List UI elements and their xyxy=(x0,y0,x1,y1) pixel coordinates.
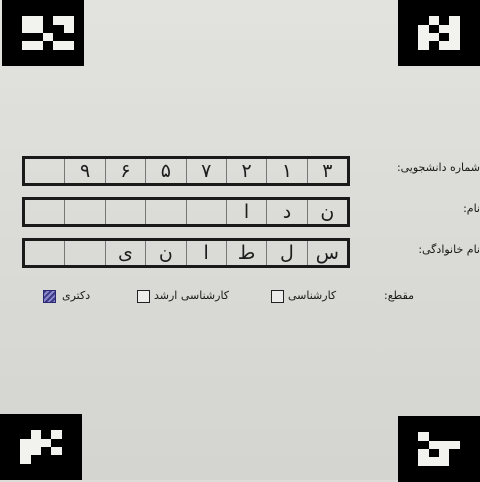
form-paper: ۹ ۶ ۵ ۷ ۲ ۱ ۳ شماره دانشجویی: ا د ن نام:… xyxy=(0,0,480,482)
degree-label: مقطع: xyxy=(384,289,415,302)
fiducial-marker-bottom-right xyxy=(398,416,480,482)
name-cell[interactable] xyxy=(64,200,104,224)
name-cell[interactable] xyxy=(185,200,226,224)
checkbox-bachelor[interactable] xyxy=(271,290,284,303)
name-cell[interactable]: د xyxy=(266,200,306,224)
first-name-label: نام: xyxy=(463,202,480,215)
id-cell[interactable]: ۵ xyxy=(145,159,185,183)
fiducial-marker-bottom-left xyxy=(0,414,82,480)
last-name-grid[interactable]: ی ن ا ط ل س xyxy=(22,238,350,268)
id-cell[interactable] xyxy=(25,159,64,183)
family-cell[interactable] xyxy=(64,241,104,265)
family-cell[interactable]: ن xyxy=(145,241,185,265)
checkbox-master[interactable] xyxy=(137,290,150,303)
fiducial-marker-top-right xyxy=(398,0,480,66)
checkbox-phd[interactable] xyxy=(43,290,56,303)
name-cell[interactable]: ا xyxy=(225,200,266,224)
family-cell[interactable]: ل xyxy=(266,241,306,265)
student-id-label: شماره دانشجویی: xyxy=(396,161,480,174)
option-label-phd: دکتری xyxy=(62,289,91,302)
family-cell[interactable]: س xyxy=(306,241,347,265)
id-cell[interactable]: ۲ xyxy=(225,159,266,183)
id-cell[interactable]: ۳ xyxy=(306,159,347,183)
student-id-grid[interactable]: ۹ ۶ ۵ ۷ ۲ ۱ ۳ xyxy=(22,156,350,186)
first-name-grid[interactable]: ا د ن xyxy=(22,197,350,227)
name-cell[interactable]: ن xyxy=(306,200,347,224)
name-cell[interactable] xyxy=(145,200,185,224)
family-cell[interactable]: ی xyxy=(104,241,145,265)
id-cell[interactable]: ۹ xyxy=(64,159,104,183)
fiducial-marker-top-left xyxy=(2,0,84,66)
family-cell[interactable]: ا xyxy=(185,241,226,265)
family-cell[interactable] xyxy=(25,241,64,265)
id-cell[interactable]: ۷ xyxy=(185,159,226,183)
family-cell[interactable]: ط xyxy=(225,241,266,265)
id-cell[interactable]: ۶ xyxy=(104,159,145,183)
last-name-label: نام خانوادگی: xyxy=(418,243,480,256)
id-cell[interactable]: ۱ xyxy=(266,159,306,183)
degree-section: مقطع: کارشناسی کارشناسی ارشد دکتری xyxy=(20,287,460,305)
option-label-bachelor: کارشناسی xyxy=(288,289,337,302)
name-cell[interactable] xyxy=(25,200,64,224)
name-cell[interactable] xyxy=(104,200,145,224)
option-label-master: کارشناسی ارشد xyxy=(154,289,230,302)
